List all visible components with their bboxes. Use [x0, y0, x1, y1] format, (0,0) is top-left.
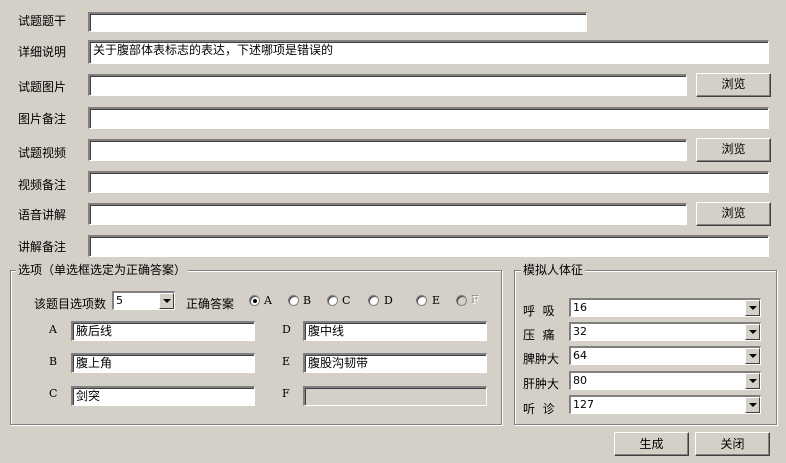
option-e-input[interactable]: 腹股沟韧带 — [303, 353, 487, 373]
video-browse-button[interactable]: 浏览 — [696, 138, 771, 162]
video-note-input[interactable] — [88, 171, 769, 193]
image-note-input[interactable] — [88, 107, 769, 129]
option-f-letter: F — [282, 387, 290, 400]
vital-liver-select[interactable]: 80 — [569, 371, 761, 390]
options-group-title: 选项（单选框选定为正确答案） — [16, 263, 189, 277]
vital-auscultation-label: 听 诊 — [523, 402, 555, 416]
answer-radio-e[interactable] — [416, 295, 427, 306]
video-note-label: 视频备注 — [18, 178, 67, 192]
image-label: 试题图片 — [18, 80, 67, 94]
answer-radio-d[interactable] — [368, 295, 379, 306]
audio-browse-button[interactable]: 浏览 — [696, 202, 771, 226]
vital-auscultation-select[interactable]: 127 — [569, 395, 761, 414]
option-count-value: 5 — [116, 294, 123, 307]
chevron-down-icon[interactable] — [745, 397, 760, 413]
vital-spleen-value: 64 — [573, 349, 587, 362]
image-browse-button[interactable]: 浏览 — [696, 73, 771, 97]
option-c-letter: C — [49, 387, 58, 400]
chevron-down-icon[interactable] — [159, 293, 174, 309]
image-input[interactable] — [88, 74, 687, 96]
chevron-down-icon[interactable] — [745, 348, 760, 364]
option-a-input[interactable]: 腋后线 — [71, 321, 255, 341]
vital-breathing-value: 16 — [573, 301, 587, 314]
vital-tenderness-value: 32 — [573, 325, 587, 338]
image-note-label: 图片备注 — [18, 112, 67, 126]
option-e-letter: E — [282, 355, 291, 368]
vital-liver-label: 肝肿大 — [523, 377, 560, 391]
stem-input[interactable] — [88, 12, 587, 32]
answer-radio-f — [456, 295, 467, 306]
answer-radio-b[interactable] — [288, 295, 299, 306]
option-count-select[interactable]: 5 — [112, 291, 175, 310]
option-a-letter: A — [49, 323, 57, 336]
option-b-input[interactable]: 腹上角 — [71, 353, 255, 373]
generate-button[interactable]: 生成 — [614, 432, 689, 456]
chevron-down-icon[interactable] — [745, 373, 760, 389]
answer-radio-a[interactable] — [249, 295, 260, 306]
audio-label: 语音讲解 — [18, 208, 67, 222]
vital-tenderness-label: 压 痛 — [523, 328, 555, 342]
answer-radio-e-label: E — [432, 294, 441, 307]
answer-radio-c[interactable] — [327, 295, 338, 306]
vital-spleen-label: 脾肿大 — [523, 352, 560, 366]
vital-auscultation-value: 127 — [573, 398, 594, 411]
option-f-input — [303, 386, 487, 406]
option-d-letter: D — [282, 323, 291, 336]
detail-label: 详细说明 — [18, 45, 67, 59]
answer-radio-d-label: D — [384, 294, 393, 307]
option-b-letter: B — [49, 355, 58, 368]
chevron-down-icon[interactable] — [745, 300, 760, 316]
vital-breathing-select[interactable]: 16 — [569, 298, 761, 317]
chevron-down-icon[interactable] — [745, 324, 760, 340]
option-d-input[interactable]: 腹中线 — [303, 321, 487, 341]
option-c-input[interactable]: 剑突 — [71, 386, 255, 406]
vital-spleen-select[interactable]: 64 — [569, 346, 761, 365]
answer-radio-f-label: F — [472, 294, 480, 307]
detail-input[interactable]: 关于腹部体表标志的表达，下述哪项是错误的 — [88, 40, 769, 64]
video-input[interactable] — [88, 139, 687, 161]
answer-radio-a-label: A — [264, 294, 272, 307]
vital-breathing-label: 呼 吸 — [523, 304, 555, 318]
vital-liver-value: 80 — [573, 374, 587, 387]
audio-note-label: 讲解备注 — [18, 240, 67, 254]
close-button[interactable]: 关闭 — [695, 432, 770, 456]
audio-input[interactable] — [88, 203, 687, 225]
vitals-group-title: 模拟人体征 — [521, 263, 586, 277]
audio-note-input[interactable] — [88, 235, 769, 257]
stem-label: 试题题干 — [18, 14, 67, 28]
correct-answer-label: 正确答案 — [186, 297, 235, 311]
answer-radio-c-label: C — [342, 294, 351, 307]
answer-radio-b-label: B — [303, 294, 312, 307]
vital-tenderness-select[interactable]: 32 — [569, 322, 761, 341]
video-label: 试题视频 — [18, 146, 67, 160]
option-count-label: 该题目选项数 — [34, 297, 107, 311]
